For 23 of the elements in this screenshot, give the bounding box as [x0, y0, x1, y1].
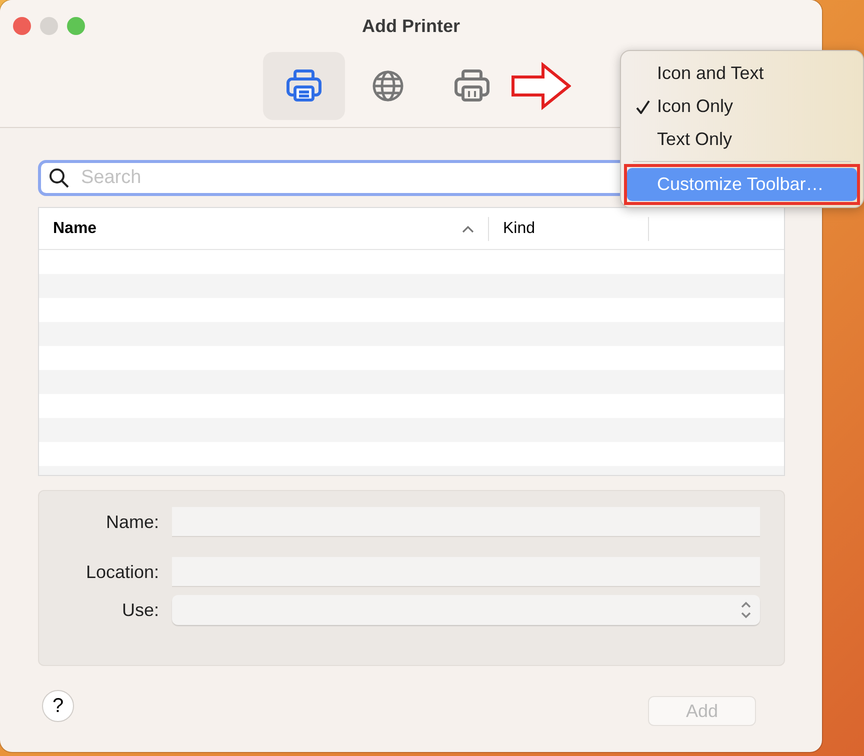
globe-icon — [372, 70, 404, 102]
close-button[interactable] — [13, 17, 31, 35]
column-header[interactable]: Kind — [489, 216, 649, 240]
minimize-button[interactable] — [40, 17, 58, 35]
printer-icon — [286, 69, 322, 103]
fax-icon — [454, 69, 490, 103]
column-header[interactable]: Name — [39, 216, 489, 240]
input-field[interactable] — [172, 557, 760, 587]
help-button[interactable]: ? — [42, 690, 74, 722]
search-icon — [49, 168, 69, 188]
input-field[interactable] — [172, 507, 760, 537]
chevron-updown-icon — [740, 600, 752, 620]
zoom-button[interactable] — [67, 17, 85, 35]
window-title: Add Printer — [362, 16, 460, 36]
menu-item[interactable]: Icon and Text — [627, 57, 857, 90]
arrow-annotation — [511, 62, 571, 110]
use-dropdown[interactable] — [172, 595, 760, 625]
menu-item[interactable]: Icon Only — [627, 90, 857, 123]
field-label: Use: — [120, 600, 159, 620]
toolbar-button[interactable] — [263, 52, 345, 120]
field-label: Name: — [104, 512, 159, 532]
menu-item[interactable]: Text Only — [627, 123, 857, 156]
field-label: Location: — [84, 562, 159, 582]
